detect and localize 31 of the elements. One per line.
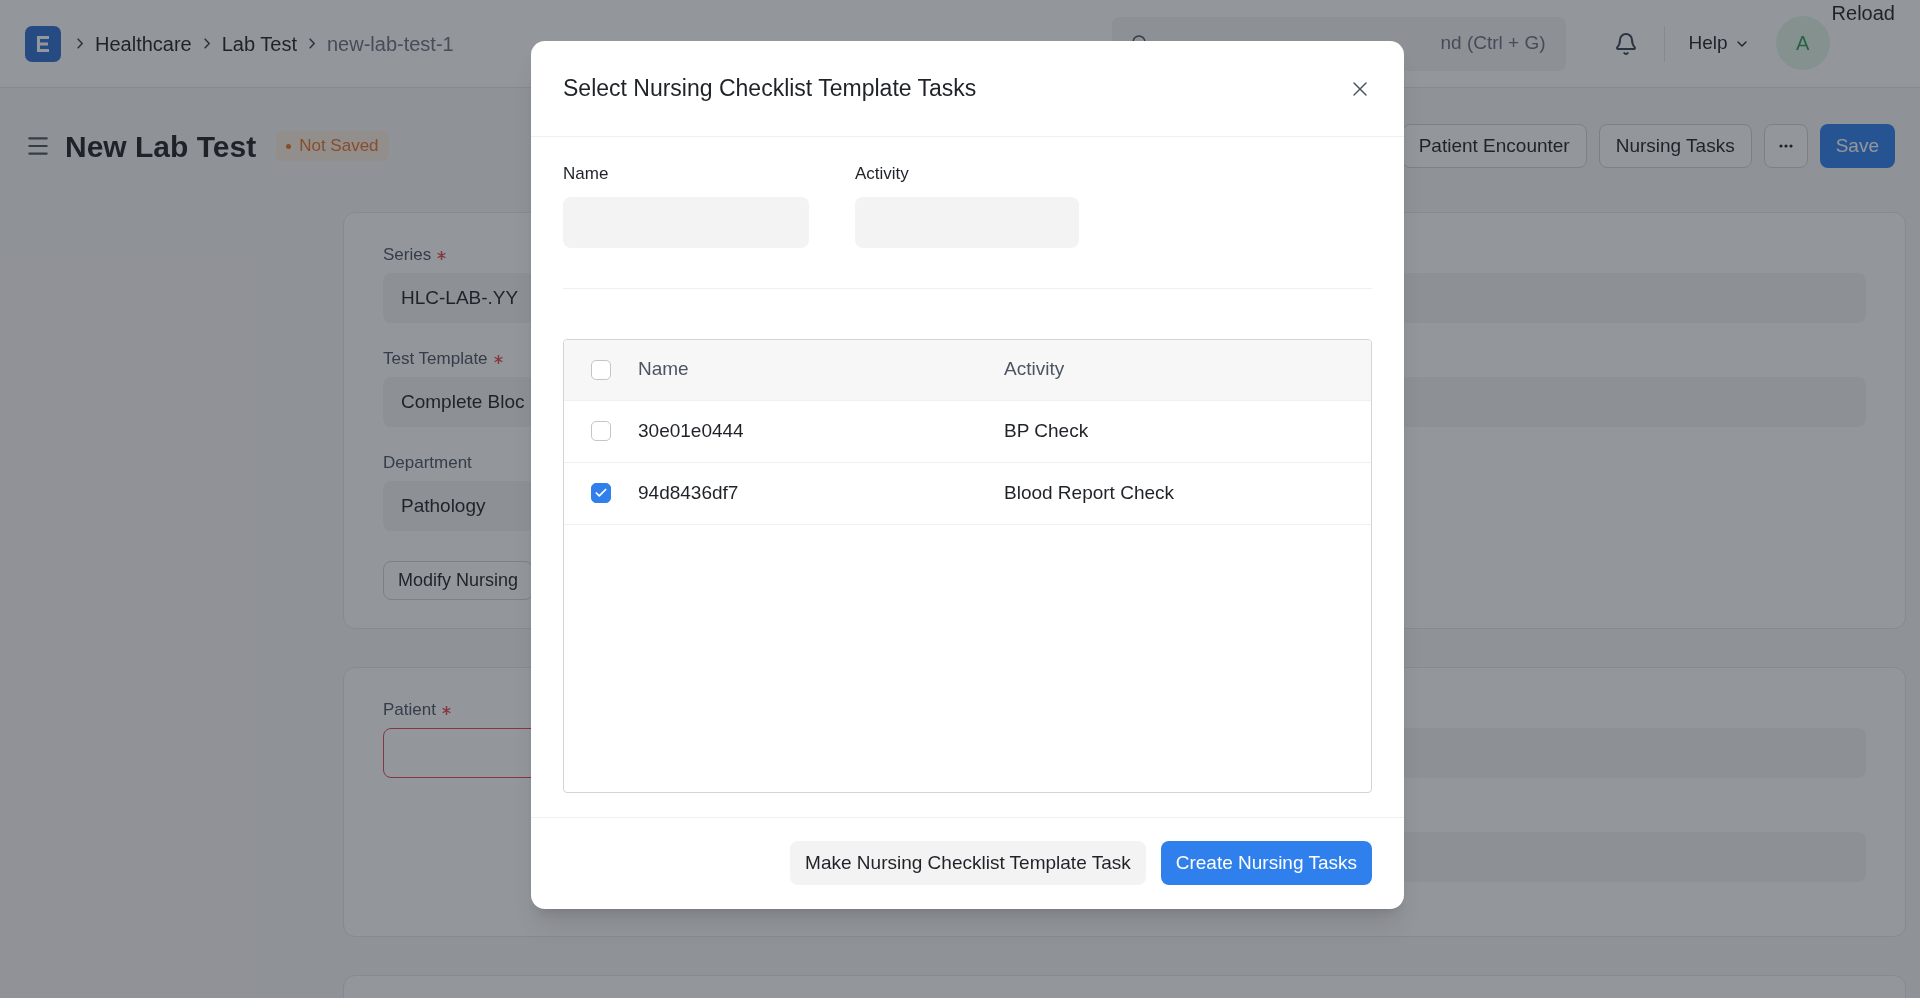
reload-text[interactable]: Reload bbox=[1831, 0, 1895, 28]
status-badge: Not Saved bbox=[276, 131, 389, 161]
breadcrumb-link[interactable]: new-lab-test-1 bbox=[326, 28, 454, 59]
field-label: Test Template bbox=[383, 348, 488, 371]
form-button[interactable]: Modify Nursing bbox=[383, 561, 534, 600]
page-title: New Lab Test bbox=[65, 128, 257, 165]
toolbar-button[interactable]: Nursing Tasks bbox=[1598, 124, 1752, 168]
column-header: Activity bbox=[1004, 357, 1065, 382]
field-label: Series bbox=[383, 244, 432, 267]
table-row[interactable]: 94d8436df7 Blood Report Check bbox=[564, 462, 1371, 525]
make-template-button[interactable]: Make Nursing Checklist Template Task bbox=[790, 841, 1146, 885]
table-row[interactable]: 30e01e0444 BP Check bbox=[564, 400, 1371, 463]
table-cell-text: Blood Report Check bbox=[1004, 480, 1175, 505]
toolbar-button[interactable]: Patient Encounter bbox=[1401, 124, 1587, 168]
filter-label: Name bbox=[563, 163, 610, 185]
table-cell-text: 30e01e0444 bbox=[638, 418, 745, 443]
field-label: Department bbox=[383, 452, 472, 475]
help-menu[interactable]: Help bbox=[1688, 29, 1750, 58]
field-value: HLC-LAB-.YY bbox=[401, 285, 519, 310]
field-value: Pathology bbox=[401, 493, 486, 518]
filter-label: Activity bbox=[855, 163, 910, 185]
field-value: Complete Bloc bbox=[401, 389, 525, 414]
table-cell-text: BP Check bbox=[1004, 418, 1089, 443]
table-cell-text: 94d8436df7 bbox=[638, 480, 740, 505]
dialog-title: Select Nursing Checklist Template Tasks bbox=[563, 74, 977, 104]
column-header: Name bbox=[638, 357, 690, 382]
field-label: Patient bbox=[383, 699, 436, 722]
breadcrumb-link[interactable]: Healthcare bbox=[95, 28, 192, 59]
breadcrumb-link[interactable]: Lab Test bbox=[221, 28, 297, 59]
create-button[interactable]: Create Nursing Tasks bbox=[1160, 841, 1372, 885]
search-placeholder: nd (Ctrl + G) bbox=[1440, 31, 1546, 56]
